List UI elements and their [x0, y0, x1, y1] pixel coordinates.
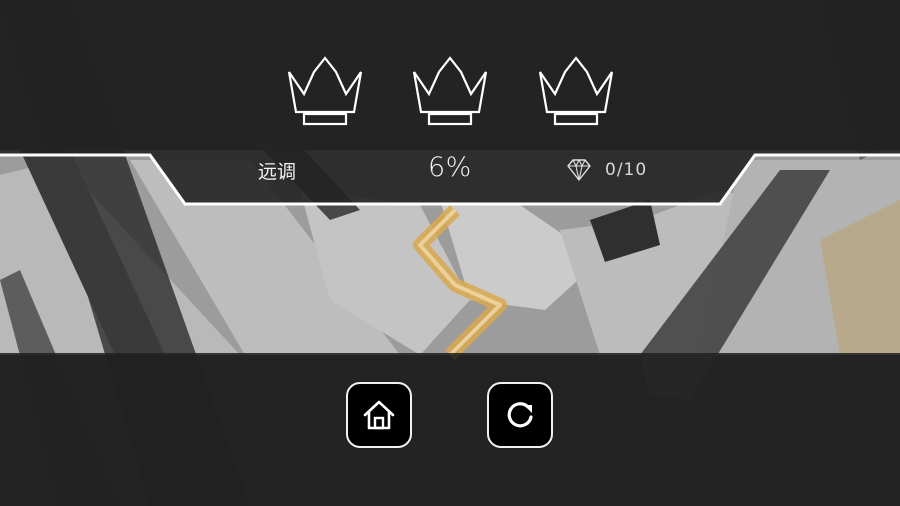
- progress-percent: 6%: [428, 152, 472, 183]
- crown-icon: [537, 54, 615, 126]
- restart-button[interactable]: [487, 382, 553, 448]
- gem-count: 0/10: [605, 160, 648, 180]
- level-name: 远调: [258, 161, 297, 183]
- crown-icon: [411, 54, 489, 126]
- crown-icon: [286, 54, 364, 126]
- home-icon: [363, 400, 395, 430]
- home-button[interactable]: [346, 382, 412, 448]
- diamond-icon: [566, 158, 592, 181]
- restart-icon: [507, 402, 533, 428]
